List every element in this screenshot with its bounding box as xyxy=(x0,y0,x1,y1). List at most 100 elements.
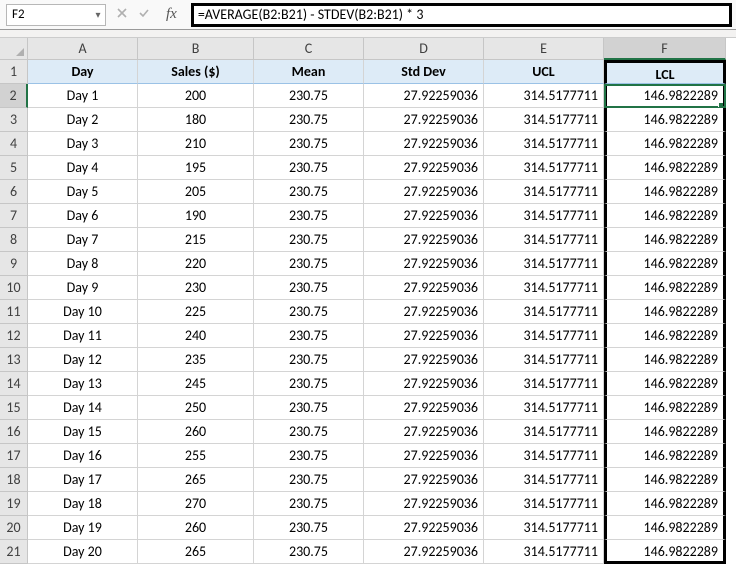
cell-lcl[interactable]: 146.9822289 xyxy=(604,252,726,276)
row-header-17[interactable]: 17 xyxy=(0,444,28,468)
cell-stddev[interactable]: 27.92259036 xyxy=(364,540,484,564)
cell-ucl[interactable]: 314.5177711 xyxy=(484,492,604,516)
cell-sales[interactable]: 205 xyxy=(138,180,254,204)
row-header-2[interactable]: 2 xyxy=(0,84,28,108)
cell-mean[interactable]: 230.75 xyxy=(254,156,364,180)
cell-lcl[interactable]: 146.9822289 xyxy=(604,444,726,468)
cell-mean[interactable]: 230.75 xyxy=(254,372,364,396)
cell-day[interactable]: Day 3 xyxy=(28,132,138,156)
select-all-corner[interactable] xyxy=(0,38,28,60)
cell-mean[interactable]: 230.75 xyxy=(254,396,364,420)
row-header-16[interactable]: 16 xyxy=(0,420,28,444)
cell-sales[interactable]: 240 xyxy=(138,324,254,348)
cell-sales[interactable]: 230 xyxy=(138,276,254,300)
cell-ucl[interactable]: 314.5177711 xyxy=(484,84,604,108)
cell-stddev[interactable]: 27.92259036 xyxy=(364,516,484,540)
col-header-B[interactable]: B xyxy=(138,38,254,60)
cell-stddev[interactable]: 27.92259036 xyxy=(364,348,484,372)
cell-lcl[interactable]: 146.9822289 xyxy=(604,204,726,228)
row-header-6[interactable]: 6 xyxy=(0,180,28,204)
cell-sales[interactable]: 215 xyxy=(138,228,254,252)
cell-lcl[interactable]: 146.9822289 xyxy=(604,300,726,324)
cell-lcl[interactable]: 146.9822289 xyxy=(604,132,726,156)
row-header-8[interactable]: 8 xyxy=(0,228,28,252)
cell-stddev[interactable]: 27.92259036 xyxy=(364,396,484,420)
cell-mean[interactable]: 230.75 xyxy=(254,180,364,204)
cell-lcl[interactable]: 146.9822289 xyxy=(604,84,726,108)
cell-sales[interactable]: 180 xyxy=(138,108,254,132)
cell-ucl[interactable]: 314.5177711 xyxy=(484,348,604,372)
cell-mean[interactable]: 230.75 xyxy=(254,276,364,300)
cell-ucl[interactable]: 314.5177711 xyxy=(484,204,604,228)
cancel-icon[interactable] xyxy=(116,6,128,23)
cell-stddev[interactable]: 27.92259036 xyxy=(364,324,484,348)
cell-mean[interactable]: 230.75 xyxy=(254,468,364,492)
row-header-18[interactable]: 18 xyxy=(0,468,28,492)
cell-lcl[interactable]: 146.9822289 xyxy=(604,228,726,252)
col-header-D[interactable]: D xyxy=(364,38,484,60)
cell-day[interactable]: Day 2 xyxy=(28,108,138,132)
cell-day[interactable]: Day 12 xyxy=(28,348,138,372)
cell-ucl[interactable]: 314.5177711 xyxy=(484,276,604,300)
cell-day[interactable]: Day 13 xyxy=(28,372,138,396)
cell-sales[interactable]: 250 xyxy=(138,396,254,420)
cell-sales[interactable]: 255 xyxy=(138,444,254,468)
row-header-3[interactable]: 3 xyxy=(0,108,28,132)
row-header-7[interactable]: 7 xyxy=(0,204,28,228)
cell-sales[interactable]: 260 xyxy=(138,516,254,540)
row-header-21[interactable]: 21 xyxy=(0,540,28,564)
cell-mean[interactable]: 230.75 xyxy=(254,228,364,252)
cell-stddev[interactable]: 27.92259036 xyxy=(364,444,484,468)
name-box-dropdown-icon[interactable]: ▾ xyxy=(91,8,105,21)
cell-lcl[interactable]: 146.9822289 xyxy=(604,156,726,180)
cell-day[interactable]: Day 6 xyxy=(28,204,138,228)
fx-icon[interactable]: fx xyxy=(160,6,183,23)
cell-mean[interactable]: 230.75 xyxy=(254,108,364,132)
cell-stddev[interactable]: 27.92259036 xyxy=(364,180,484,204)
header-lcl[interactable]: LCL xyxy=(604,60,726,84)
row-header-9[interactable]: 9 xyxy=(0,252,28,276)
cell-lcl[interactable]: 146.9822289 xyxy=(604,180,726,204)
cell-sales[interactable]: 195 xyxy=(138,156,254,180)
cell-ucl[interactable]: 314.5177711 xyxy=(484,300,604,324)
cell-lcl[interactable]: 146.9822289 xyxy=(604,324,726,348)
cell-lcl[interactable]: 146.9822289 xyxy=(604,276,726,300)
cell-sales[interactable]: 260 xyxy=(138,420,254,444)
cell-mean[interactable]: 230.75 xyxy=(254,516,364,540)
cell-mean[interactable]: 230.75 xyxy=(254,300,364,324)
cell-ucl[interactable]: 314.5177711 xyxy=(484,516,604,540)
cell-ucl[interactable]: 314.5177711 xyxy=(484,324,604,348)
cell-lcl[interactable]: 146.9822289 xyxy=(604,516,726,540)
col-header-E[interactable]: E xyxy=(484,38,604,60)
cell-lcl[interactable]: 146.9822289 xyxy=(604,108,726,132)
header-stddev[interactable]: Std Dev xyxy=(364,60,484,84)
cell-ucl[interactable]: 314.5177711 xyxy=(484,252,604,276)
col-header-F[interactable]: F xyxy=(604,38,726,60)
cell-sales[interactable]: 265 xyxy=(138,468,254,492)
header-sales[interactable]: Sales ($) xyxy=(138,60,254,84)
cell-ucl[interactable]: 314.5177711 xyxy=(484,132,604,156)
cell-mean[interactable]: 230.75 xyxy=(254,132,364,156)
cell-day[interactable]: Day 20 xyxy=(28,540,138,564)
header-ucl[interactable]: UCL xyxy=(484,60,604,84)
cell-lcl[interactable]: 146.9822289 xyxy=(604,372,726,396)
cell-mean[interactable]: 230.75 xyxy=(254,492,364,516)
cell-stddev[interactable]: 27.92259036 xyxy=(364,204,484,228)
enter-icon[interactable] xyxy=(138,6,150,23)
cell-stddev[interactable]: 27.92259036 xyxy=(364,252,484,276)
cell-stddev[interactable]: 27.92259036 xyxy=(364,492,484,516)
cell-sales[interactable]: 245 xyxy=(138,372,254,396)
row-header-4[interactable]: 4 xyxy=(0,132,28,156)
cell-mean[interactable]: 230.75 xyxy=(254,444,364,468)
cell-ucl[interactable]: 314.5177711 xyxy=(484,180,604,204)
cell-lcl[interactable]: 146.9822289 xyxy=(604,348,726,372)
cell-ucl[interactable]: 314.5177711 xyxy=(484,468,604,492)
cell-mean[interactable]: 230.75 xyxy=(254,540,364,564)
cell-sales[interactable]: 190 xyxy=(138,204,254,228)
cell-mean[interactable]: 230.75 xyxy=(254,420,364,444)
row-header-5[interactable]: 5 xyxy=(0,156,28,180)
cell-day[interactable]: Day 14 xyxy=(28,396,138,420)
col-header-A[interactable]: A xyxy=(28,38,138,60)
cell-stddev[interactable]: 27.92259036 xyxy=(364,156,484,180)
cell-day[interactable]: Day 19 xyxy=(28,516,138,540)
